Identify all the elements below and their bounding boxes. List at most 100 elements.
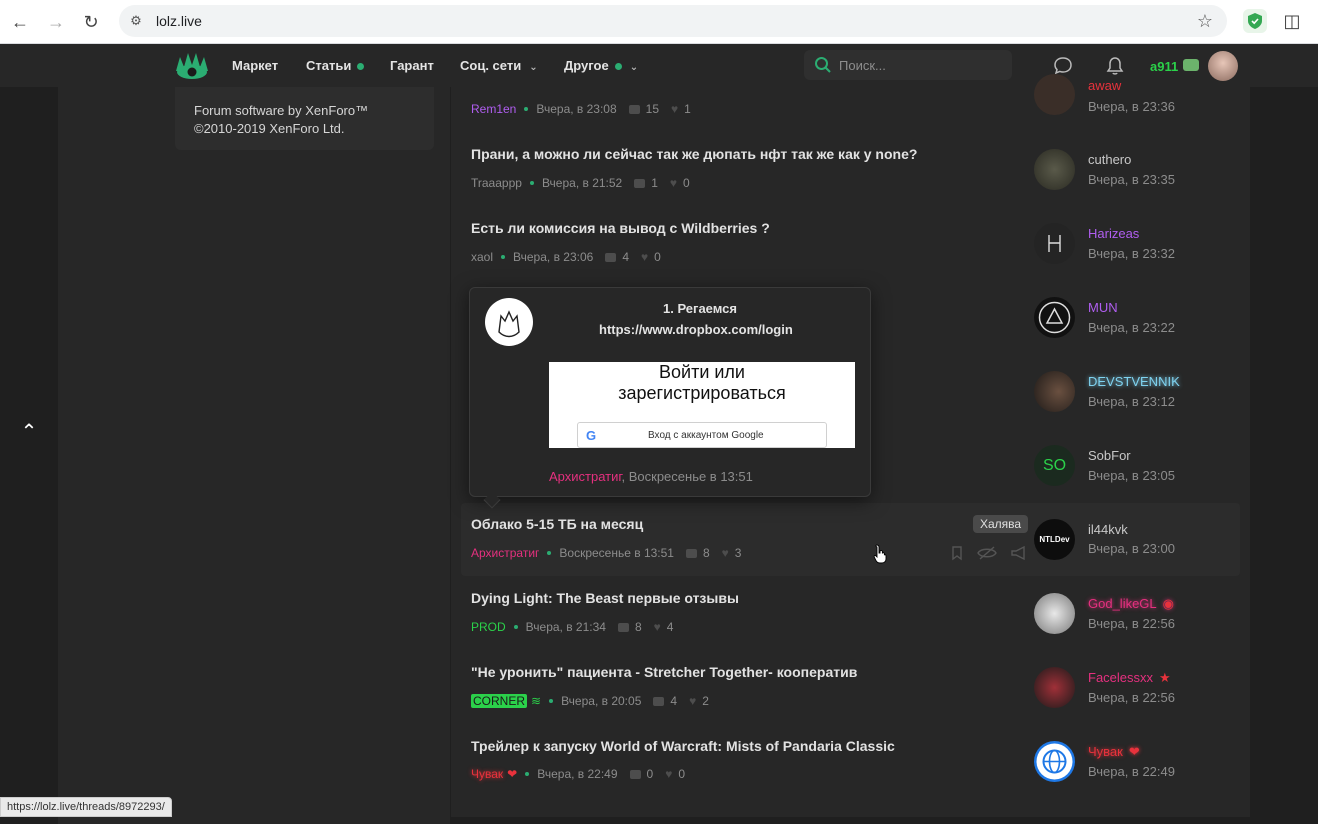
thread-time[interactable]: Вчера, в 21:52 [542,176,622,190]
thread-meta: Архистратиг Воскресенье в 13:51 8 ♥ 3 [471,546,741,560]
reload-icon[interactable]: ↻ [78,9,104,35]
site-logo-icon[interactable] [174,49,210,81]
last-post-time[interactable]: Вчера, в 23:05 [1088,468,1175,483]
last-post-time[interactable]: Вчера, в 23:35 [1088,172,1175,187]
last-post-time[interactable]: Вчера, в 23:36 [1088,99,1175,114]
last-poster-name[interactable]: SobFor [1088,448,1131,463]
thread-prefix-tag[interactable]: Халява [973,515,1029,533]
user-avatar[interactable] [1208,51,1238,81]
last-poster-name-text: Чувак [1088,744,1123,759]
scroll-to-top-chevron-icon[interactable]: ⌃ [16,420,42,443]
address-url[interactable]: lolz.live [156,13,202,29]
last-poster-avatar[interactable]: SO [1034,445,1075,486]
megaphone-icon[interactable] [1010,545,1028,561]
likes-count: 0 [678,767,686,781]
replies-icon [634,178,646,188]
preview-author[interactable]: Архистратиг [549,469,622,484]
thread-title[interactable]: Dying Light: The Beast первые отзывы [471,590,739,606]
bookmark-star-icon[interactable]: ☆ [1197,11,1213,32]
thread-title[interactable]: Облако 5-15 ТБ на месяц [471,516,643,532]
last-poster-name[interactable]: il44kvk [1088,522,1128,537]
preview-time: , Воскресенье в 13:51 [621,469,753,484]
thread-author[interactable]: CORNER [471,694,528,708]
last-poster-name-text: God_likeGL [1088,596,1157,611]
last-poster-avatar[interactable] [1034,667,1075,708]
thread-meta: Rem1en Вчера, в 23:08 15 ♥ 1 [471,102,691,116]
last-poster-avatar[interactable] [1034,297,1075,338]
thread-meta: CORNER ≋ Вчера, в 20:05 4 ♥ 2 [471,694,709,708]
separator-dot [513,625,518,629]
browser-toolbar: ← → ↻ ⚙ lolz.live ☆ ◫ [0,0,1318,44]
thread-author[interactable]: Архистратиг [471,546,539,560]
search-input[interactable]: Поиск... [804,50,1012,80]
thread-row-hovered[interactable] [461,503,1240,576]
last-post-time[interactable]: Вчера, в 23:32 [1088,246,1175,261]
thread-author[interactable]: Чувак [471,767,503,781]
thread-time[interactable]: Вчера, в 21:34 [526,620,606,634]
last-poster-name[interactable]: Harizeas [1088,226,1139,241]
thread-author[interactable]: Traaappp [471,176,522,190]
last-poster-avatar[interactable] [1034,593,1075,634]
user-badge-icon [1183,59,1199,71]
thread-time[interactable]: Вчера, в 22:49 [537,767,617,781]
nav-articles[interactable]: Статьи [306,58,365,73]
last-post-time[interactable]: Вчера, в 23:22 [1088,320,1175,335]
replies-count: 8 [634,620,642,634]
last-post-time[interactable]: Вчера, в 23:00 [1088,541,1175,556]
last-post-time[interactable]: Вчера, в 22:49 [1088,764,1175,779]
address-bar[interactable]: ⚙ lolz.live ☆ [119,5,1227,37]
last-poster-avatar[interactable] [1034,741,1075,782]
last-poster-avatar[interactable] [1034,74,1075,115]
likes-heart-icon: ♥ [721,546,729,560]
replies-count: 1 [651,176,658,190]
thread-time[interactable]: Воскресенье в 13:51 [559,546,674,560]
current-username[interactable]: a911 [1150,59,1178,74]
last-poster-name[interactable]: awaw [1088,78,1121,93]
thread-author[interactable]: xaol [471,250,493,264]
forward-arrow-icon[interactable]: → [43,9,69,35]
last-poster-name[interactable]: Чувак ❤ [1088,744,1140,760]
last-post-time[interactable]: Вчера, в 22:56 [1088,690,1175,705]
likes-heart-icon: ♥ [689,694,697,708]
nav-social[interactable]: Соц. сети ⌄ [460,58,538,73]
last-post-time[interactable]: Вчера, в 23:12 [1088,394,1175,409]
last-poster-avatar[interactable] [1034,149,1075,190]
likes-count: 4 [666,620,674,634]
thread-title[interactable]: Трейлер к запуску World of Warcraft: Mis… [471,738,895,754]
last-poster-avatar[interactable] [1034,371,1075,412]
thread-title[interactable]: Есть ли комиссия на вывод с Wildberries … [471,220,770,236]
thread-title[interactable]: Прани, а можно ли сейчас так же дюпать н… [471,146,917,162]
shield-extension-icon[interactable] [1243,9,1267,33]
thread-title[interactable]: "Не уронить" пациента - Stretcher Togeth… [471,664,857,680]
nav-market[interactable]: Маркет [232,58,278,73]
new-indicator-dot [357,63,365,71]
hide-eye-icon[interactable] [977,545,997,561]
back-arrow-icon[interactable]: ← [7,9,33,35]
google-signin-label: Вход с аккаунтом Google [648,430,764,441]
conversations-icon[interactable] [1053,56,1073,76]
last-poster-avatar[interactable] [1034,223,1075,264]
notifications-bell-icon[interactable] [1105,56,1125,76]
last-poster-avatar[interactable]: NTLDev [1034,519,1075,560]
thread-author[interactable]: Rem1en [471,102,516,116]
thread-time[interactable]: Вчера, в 23:06 [513,250,593,264]
thread-author[interactable]: PROD [471,620,506,634]
google-signin-button: G Вход с аккаунтом Google [577,422,827,448]
preview-author-avatar[interactable] [485,298,533,346]
last-poster-name[interactable]: Facelessxx ★ [1088,670,1171,686]
thread-time[interactable]: Вчера, в 23:08 [536,102,616,116]
thread-time[interactable]: Вчера, в 20:05 [561,694,641,708]
author-badge-icon: ≋ [531,694,542,708]
site-settings-icon[interactable]: ⚙ [127,12,145,30]
preview-line-1: 1. Регаемся [663,301,737,316]
last-poster-name[interactable]: DEVSTVENNIK [1088,374,1180,389]
last-poster-name[interactable]: God_likeGL ◉ [1088,596,1174,612]
last-post-time[interactable]: Вчера, в 22:56 [1088,616,1175,631]
nav-garant[interactable]: Гарант [390,58,434,73]
nav-other[interactable]: Другое ⌄ [564,58,638,73]
last-poster-name[interactable]: cuthero [1088,152,1131,167]
separator-dot [524,107,529,111]
extensions-puzzle-icon[interactable]: ◫ [1280,9,1304,33]
bookmark-icon[interactable] [949,545,965,561]
last-poster-name[interactable]: MUN [1088,300,1118,315]
